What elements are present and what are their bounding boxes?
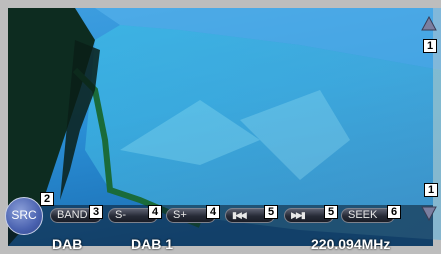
callout-scroll-up: 1	[423, 39, 437, 53]
dab-tuner-screen: 1 1 SRC 2 BAND 3 S- 4 S+ 4 ▮◀◀ 5 ▶▶▮ 5 S…	[0, 0, 441, 254]
callout-band: 3	[89, 205, 103, 219]
status-bar: DAB DAB 1 220.094MHz	[0, 234, 441, 254]
preset-label: DAB 1	[131, 236, 174, 252]
callout-src: 2	[40, 192, 54, 206]
callout-s-minus: 4	[148, 205, 162, 219]
source-label: DAB	[52, 236, 83, 252]
callout-prev: 5	[264, 205, 278, 219]
prev-track-icon: ▮◀◀	[232, 210, 247, 220]
triangle-down-icon[interactable]	[421, 205, 437, 221]
src-button[interactable]: SRC	[5, 197, 43, 235]
callout-s-plus: 4	[206, 205, 220, 219]
frequency-label: 220.094MHz	[311, 236, 391, 252]
triangle-up-icon[interactable]	[421, 16, 437, 32]
callout-next: 5	[324, 205, 338, 219]
callout-scroll-down: 1	[424, 183, 438, 197]
callout-seek: 6	[387, 205, 401, 219]
next-track-icon: ▶▶▮	[291, 210, 306, 220]
